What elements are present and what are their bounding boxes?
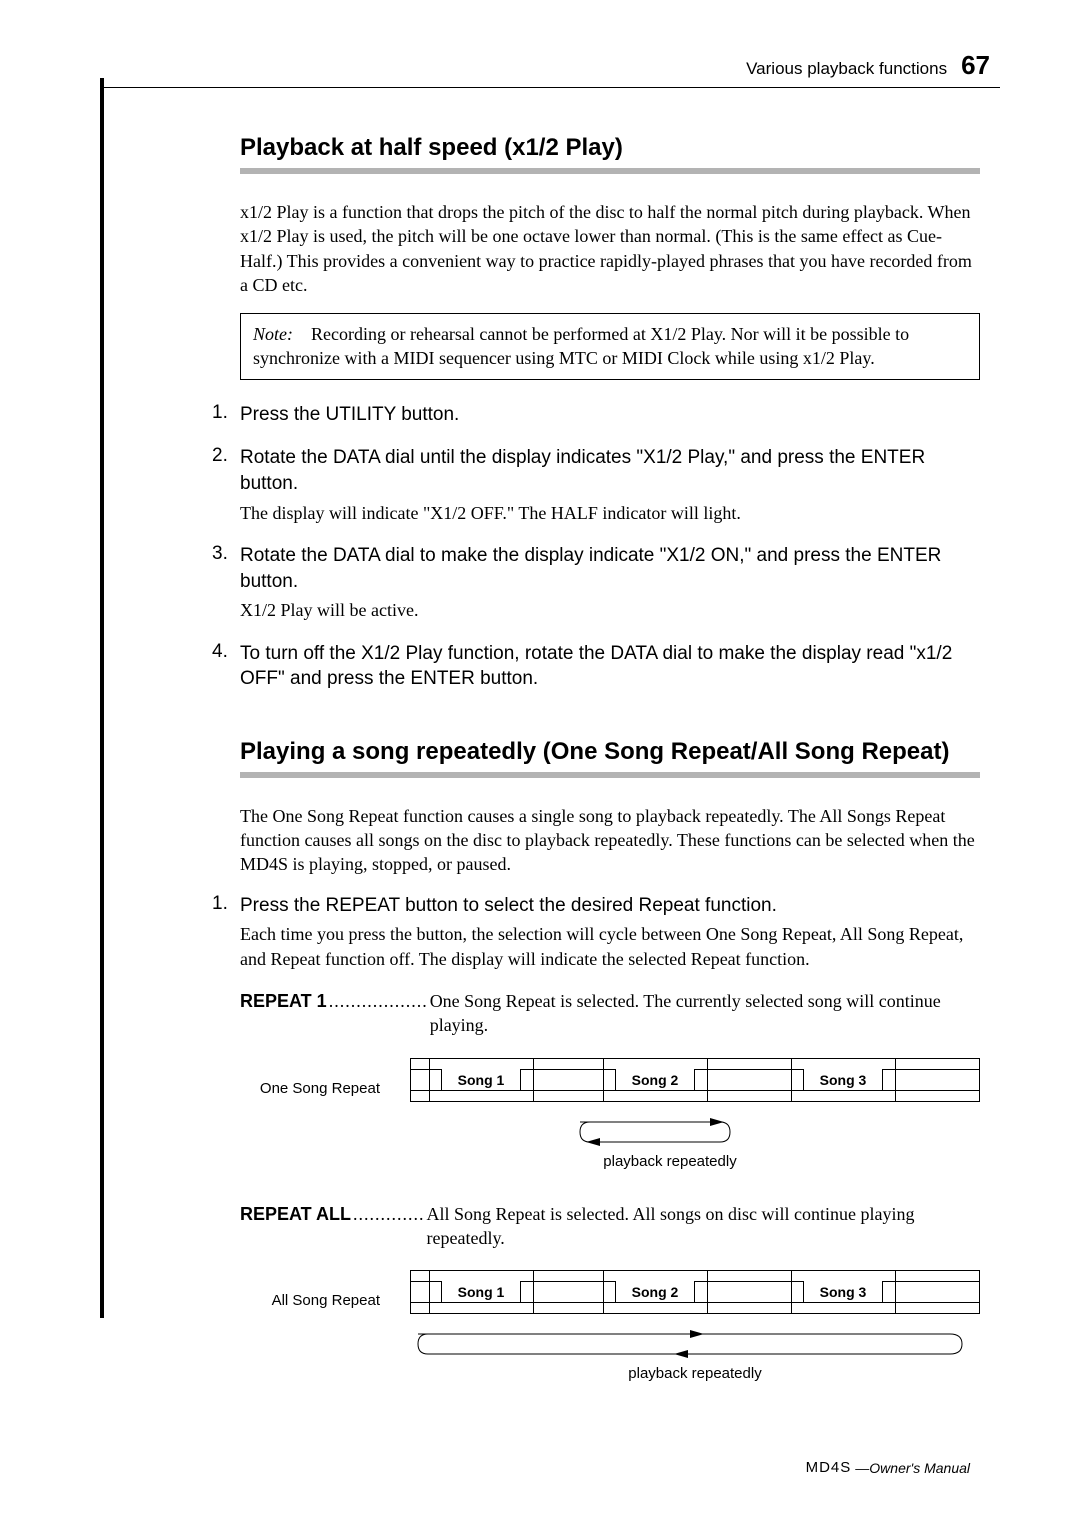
def-label: REPEAT ALL (240, 1202, 351, 1251)
section1-steps: Press the UTILITY button. Rotate the DAT… (212, 402, 980, 692)
step-4: To turn off the X1/2 Play function, rota… (212, 641, 980, 692)
step-1: Press the REPEAT button to select the de… (212, 893, 980, 971)
section-rule (240, 772, 980, 778)
step-head: To turn off the X1/2 Play function, rota… (240, 641, 980, 692)
running-head-text: Various playback functions (746, 59, 947, 79)
step-sub: The display will indicate "X1/2 OFF." Th… (240, 501, 980, 525)
product-logo: MD4S (806, 1459, 852, 1476)
step-2: Rotate the DATA dial until the display i… (212, 445, 980, 525)
def-desc: One Song Repeat is selected. The current… (430, 989, 980, 1038)
def-dots: .................. (327, 989, 430, 1038)
song-block: Song 1 (441, 1281, 521, 1303)
def-dots: ............. (351, 1202, 427, 1251)
section1-intro: x1/2 Play is a function that drops the p… (240, 200, 980, 297)
section-title-repeat: Playing a song repeatedly (One Song Repe… (240, 738, 980, 766)
tick (791, 1059, 792, 1101)
section-title-half-speed: Playback at half speed (x1/2 Play) (240, 134, 980, 162)
diagram-one-song-repeat: One Song Repeat Song 1 Song 2 Song 3 (240, 1058, 980, 1170)
def-desc: All Song Repeat is selected. All songs o… (427, 1202, 981, 1251)
song-block: Song 3 (803, 1069, 883, 1091)
tick (707, 1059, 708, 1101)
step-1: Press the UTILITY button. (212, 402, 980, 428)
step-head: Rotate the DATA dial until the display i… (240, 445, 980, 496)
loop-caption: playback repeatedly (410, 1365, 980, 1382)
running-header: Various playback functions 67 (100, 50, 1000, 81)
diagram-body: Song 1 Song 2 Song 3 playback repeatedly (410, 1058, 980, 1170)
content-body: Playback at half speed (x1/2 Play) x1/2 … (240, 134, 980, 1382)
song-block: Song 3 (803, 1281, 883, 1303)
diagram-side-label: All Song Repeat (240, 1270, 410, 1309)
step-sub: Each time you press the button, the sele… (240, 922, 980, 971)
tick (429, 1271, 430, 1313)
tick (603, 1059, 604, 1101)
step-head: Press the REPEAT button to select the de… (240, 893, 980, 919)
page-number: 67 (961, 50, 990, 81)
loop-arrow-icon (410, 1326, 970, 1366)
tick (707, 1271, 708, 1313)
def-label: REPEAT 1 (240, 989, 327, 1038)
step-head: Rotate the DATA dial to make the display… (240, 543, 980, 594)
song-block: Song 1 (441, 1069, 521, 1091)
page-footer: MD4S —Owner's Manual (806, 1459, 970, 1476)
note-box: Note: Recording or rehearsal cannot be p… (240, 313, 980, 380)
diagram-body: Song 1 Song 2 Song 3 playback repeatedly (410, 1270, 980, 1382)
track: Song 1 Song 2 Song 3 (410, 1270, 980, 1314)
section-rule (240, 168, 980, 174)
definition-repeat-all: REPEAT ALL ............. All Song Repeat… (240, 1202, 980, 1251)
tick (791, 1271, 792, 1313)
tick (533, 1271, 534, 1313)
note-label: Note: (253, 324, 293, 344)
step-head: Press the UTILITY button. (240, 402, 459, 428)
footer-manual-label: —Owner's Manual (855, 1460, 970, 1476)
loop-caption: playback repeatedly (360, 1153, 980, 1170)
diagram-side-label: One Song Repeat (240, 1058, 410, 1097)
section2-steps: Press the REPEAT button to select the de… (212, 893, 980, 971)
track: Song 1 Song 2 Song 3 (410, 1058, 980, 1102)
definition-repeat-1: REPEAT 1 .................. One Song Rep… (240, 989, 980, 1038)
note-body: Recording or rehearsal cannot be perform… (253, 324, 909, 368)
tick (895, 1059, 896, 1101)
diagram-all-song-repeat: All Song Repeat Song 1 Song 2 Song 3 (240, 1270, 980, 1382)
song-block: Song 2 (615, 1069, 695, 1091)
song-block: Song 2 (615, 1281, 695, 1303)
tick (603, 1271, 604, 1313)
step-sub: X1/2 Play will be active. (240, 598, 980, 622)
tick (429, 1059, 430, 1101)
page-container: Various playback functions 67 Playback a… (100, 50, 1000, 1414)
tick (533, 1059, 534, 1101)
header-rule (100, 87, 1000, 88)
section2-intro: The One Song Repeat function causes a si… (240, 804, 980, 877)
tick (895, 1271, 896, 1313)
loop-arrow-icon (410, 1114, 940, 1154)
step-3: Rotate the DATA dial to make the display… (212, 543, 980, 623)
